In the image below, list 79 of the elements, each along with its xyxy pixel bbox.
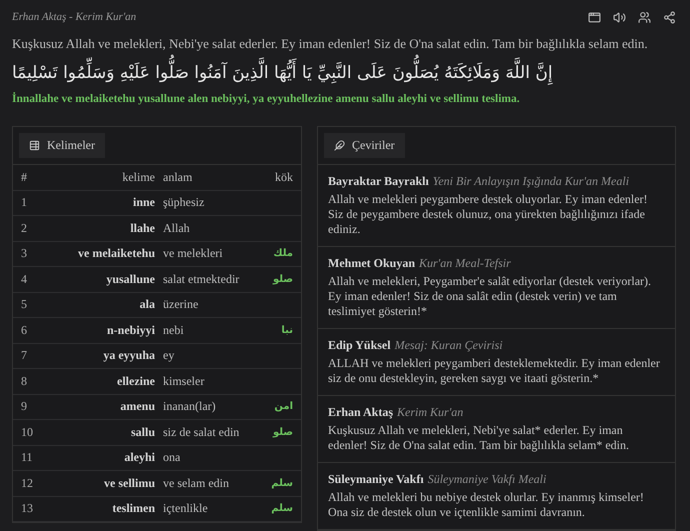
row-number: 5 (21, 297, 28, 312)
root-cell-text: صلو (272, 426, 293, 438)
root-cell-text: امن (273, 401, 293, 412)
row-number: 12 (21, 476, 34, 491)
word-cell-text: ve sellimu (103, 476, 155, 491)
row-number: 8 (21, 374, 28, 389)
book-title: Kerim Kur'an (397, 405, 464, 419)
tab-label: Çeviriler (352, 138, 395, 153)
meaning-cell-text: şüphesiz (163, 195, 206, 210)
word-cell-text: ve melaiketehu (77, 246, 155, 262)
meaning-cell-text: siz de salat edin (163, 424, 240, 440)
meaning-cell-text: ve selam edin (163, 476, 230, 491)
verse-translation: Kuşkusuz Allah ve melekleri, Nebi'ye salat ederler. Ey iman edenler! Siz de O'na salat edin. Tam bir bağlılıkla selam edin. (12, 35, 649, 52)
word-cell-text: ala (138, 297, 155, 312)
word-cell-text: amenu (119, 399, 155, 414)
column-header: kelime (121, 170, 155, 185)
book-title: Süleymaniye Vakfı Meali (428, 472, 546, 486)
translation-text: Allah ve melekleri bu nebiye destek olurlar. Ey inanmış kimseler! Ona siz de destek olun ve içtenlikle samimi davranın. (328, 490, 645, 520)
word-cell-text: aleyhi (123, 450, 155, 466)
row-number: 10 (21, 424, 34, 440)
column-header: anlam (163, 170, 194, 185)
word-cell-text: n-nebiyyi (106, 322, 155, 338)
meaning-cell-text: inanan(lar) (163, 399, 217, 414)
translation-text: Allah ve melekleri, Peygamber'e salât ediyorlar (destek veriyorlar). Ey iman edenler! Siz de ona salât edin (destek verin) ve tam teslimiyet gösterin!* (328, 274, 652, 319)
root-cell-text: سلم (270, 503, 293, 514)
share-icon[interactable] (663, 10, 676, 24)
word-cell-text: sallu (130, 424, 155, 440)
word-cell-text: yusallune (105, 272, 155, 287)
volume-icon[interactable] (613, 10, 626, 24)
book-title: Yeni Bir Anlayışın Işığında Kur'an Meali (432, 174, 630, 188)
translation-text: ALLAH ve melekleri peygamberi desteklemektedir. Ey iman edenler siz de onu destekleyin, gereken saygı ve itaati gösterin.* (328, 356, 661, 386)
column-header: # (21, 170, 28, 185)
translator-name: Erhan Aktaş (328, 405, 394, 419)
row-number: 6 (21, 322, 28, 338)
word-cell-text: teslimen (111, 501, 155, 516)
translations-tab[interactable]: Çeviriler (324, 133, 405, 158)
meaning-cell-text: ona (163, 450, 182, 466)
translation-text: Allah ve melekleri peygambere destek oluyorlar. Ey iman edenler! Siz de peygambere destek olunuz, ona yürekten bağlılığınızı ifade ediniz. (328, 192, 649, 237)
column-header: kök (274, 170, 293, 185)
people-icon[interactable] (638, 10, 651, 24)
meaning-cell-text: nebi (163, 322, 185, 338)
meaning-cell-text: üzerine (163, 297, 200, 312)
meaning-cell-text: kimseler (163, 374, 206, 389)
book-title: Kur'an Meal-Tefsir (419, 256, 511, 270)
row-number: 4 (21, 272, 28, 287)
translator-name: Bayraktar Bayraklı (328, 174, 429, 188)
word-cell-text: inne (132, 195, 155, 210)
word-cell-text: llahe (129, 220, 155, 236)
words-tab[interactable]: Kelimeler (19, 133, 105, 158)
word-cell-text: ellezine (116, 374, 155, 389)
root-cell-text: ملك (272, 248, 293, 260)
row-number: 2 (21, 220, 28, 236)
row-number: 1 (21, 195, 28, 210)
transliteration: İnnallahe ve melaiketehu yusallune alen nebiyyi, ya eyyuhellezine amenu sallu aleyhi ve sellimu teslima. (12, 93, 521, 105)
window-icon[interactable] (588, 10, 601, 24)
source-title: Erhan Aktaş - Kerim Kur'an (12, 11, 136, 23)
row-number: 7 (21, 348, 28, 364)
row-number: 9 (21, 399, 28, 414)
meaning-cell-text: ve melekleri (163, 246, 224, 262)
translator-name: Edip Yüksel (328, 338, 391, 352)
row-number: 11 (21, 450, 34, 466)
tab-label: Kelimeler (47, 138, 95, 153)
translator-name: Mehmet Okuyan (328, 256, 415, 270)
book-title: Mesaj: Kuran Çevirisi (394, 338, 503, 352)
root-cell-text: نبا (280, 324, 293, 336)
table-icon (29, 140, 40, 151)
meaning-cell-text: salat etmektedir (163, 272, 240, 287)
translator-name: Süleymaniye Vakfı (328, 472, 424, 486)
row-number: 13 (21, 501, 34, 516)
meaning-cell-text: Allah (163, 220, 191, 236)
root-cell-text: سلم (270, 478, 293, 489)
translation-text: Kuşkusuz Allah ve melekleri, Nebi'ye salat* ederler. Ey iman edenler! Siz de O'na salat edin. Tam bir bağlılıkla selam* edin. (328, 423, 630, 453)
meaning-cell-text: ey (163, 348, 176, 364)
arabic-verse: إِنَّ اللَّهَ وَمَلَائِكَتَهُ يُصَلُّونَ عَلَى النَّبِيِّ يَا أَيُّهَا الَّذِينَ آمَنُوا صَلُّوا عَلَيْهِ وَسَلِّمُوا تَسْلِيمًا (12, 54, 553, 92)
feather-icon (334, 140, 345, 151)
root-cell-text: صلو (272, 274, 293, 285)
meaning-cell-text: içtenlikle (163, 501, 209, 516)
row-number: 3 (21, 246, 28, 262)
word-cell-text: ya eyyuha (102, 348, 155, 364)
